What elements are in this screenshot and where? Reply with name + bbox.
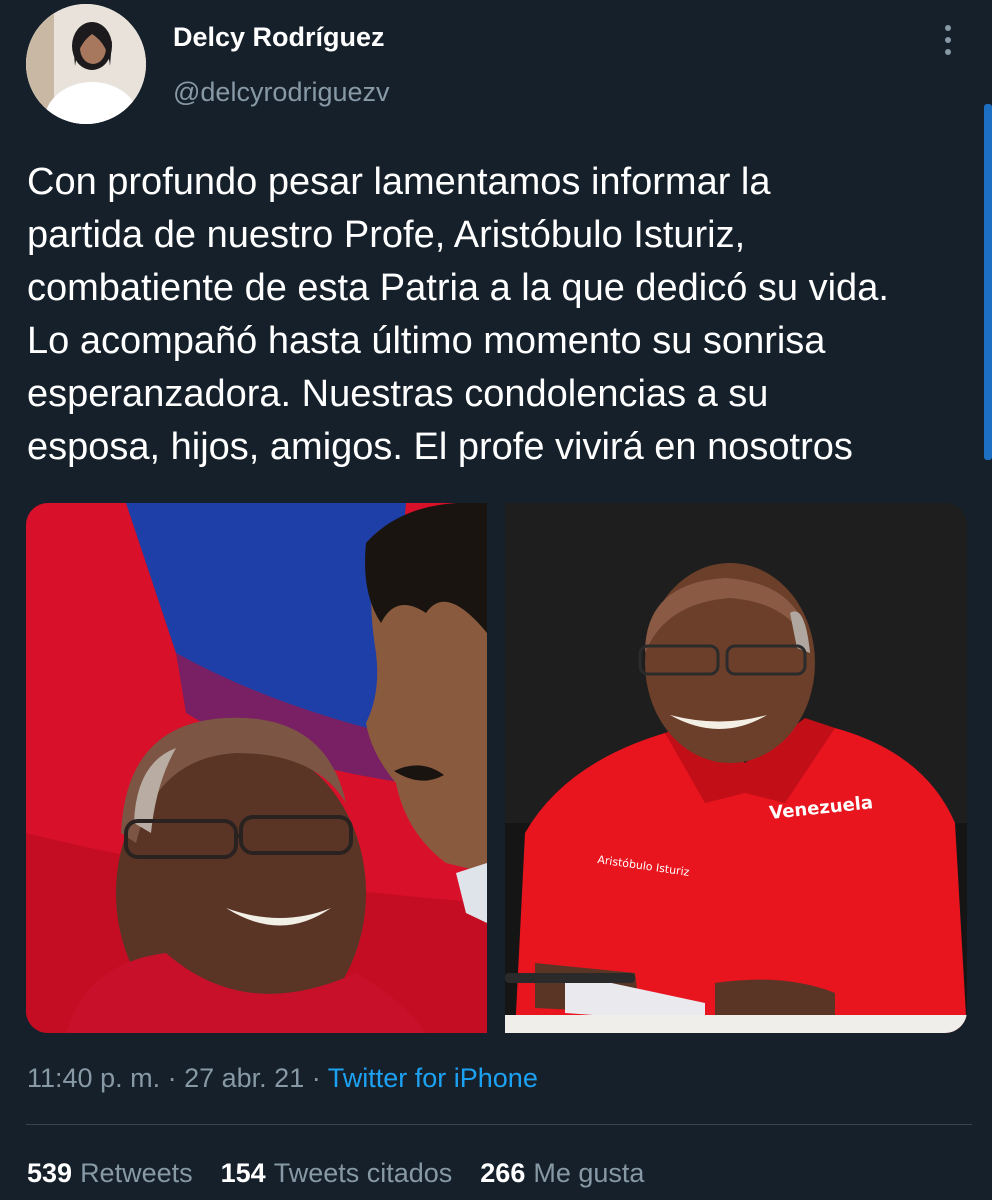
more-options-icon[interactable] [930,22,966,58]
tweet-media[interactable]: Aristóbulo Isturiz Venezuela [26,503,967,1033]
retweets-label: Retweets [80,1158,193,1188]
meta-separator: · [167,1063,177,1093]
scrollbar[interactable] [984,104,992,460]
quote-tweets-stat[interactable]: 154 Tweets citados [221,1158,453,1189]
quote-tweets-count: 154 [220,1158,266,1188]
author-handle[interactable]: @delcyrodriguezv [173,77,390,108]
divider [26,1124,972,1125]
retweets-count: 539 [27,1158,73,1188]
tweet-time[interactable]: 11:40 p. m. [27,1063,160,1093]
tweet-text: Con profundo pesar lamentamos informar l… [27,161,889,468]
tweet-stats: 539 Retweets 154 Tweets citados 266 Me gust… [27,1158,644,1189]
tweet-source-link[interactable]: Twitter for iPhone [328,1063,538,1093]
tweet: Delcy Rodríguez @delcyrodriguezv Con pro… [0,0,992,1200]
retweets-stat[interactable]: 539 Retweets [27,1158,193,1189]
author-name[interactable]: Delcy Rodríguez [173,22,385,53]
avatar-image [26,4,146,124]
aristobulo-red-shirt-photo[interactable]: Aristóbulo Isturiz Venezuela [505,503,967,1033]
likes-stat[interactable]: 266 Me gusta [480,1158,644,1189]
tweet-meta: 11:40 p. m. · 27 abr. 21 · Twitter for i… [27,1063,538,1094]
avatar[interactable] [26,4,146,124]
tweet-date[interactable]: 27 abr. 21 [184,1063,304,1093]
likes-count: 266 [480,1158,526,1188]
quote-tweets-label: Tweets citados [273,1158,453,1188]
likes-label: Me gusta [533,1158,645,1188]
meta-separator: · [311,1063,321,1093]
aristobulo-with-maduro-photo[interactable] [26,503,487,1033]
